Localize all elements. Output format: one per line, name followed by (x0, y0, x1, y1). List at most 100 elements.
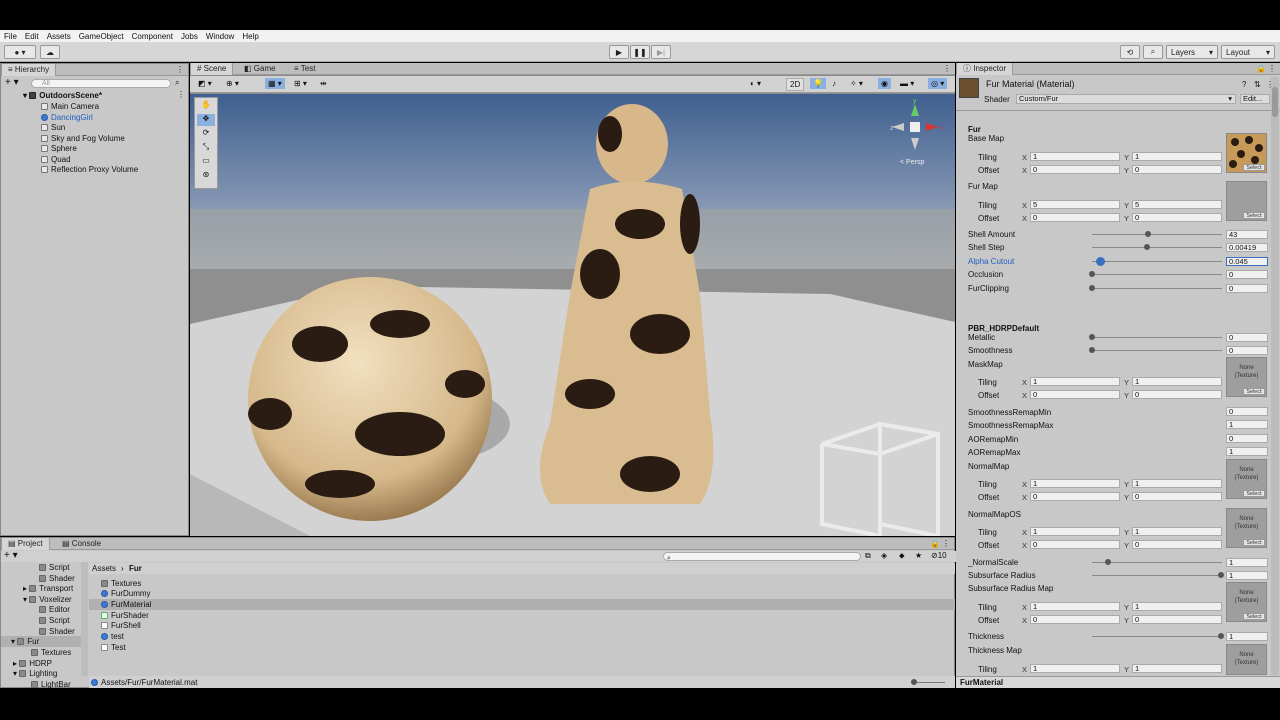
asset-item[interactable]: Test (101, 642, 126, 653)
mask-offset-y[interactable]: 0 (1132, 390, 1222, 399)
ssr-offset-x[interactable]: 0 (1030, 615, 1120, 624)
move-tool-icon[interactable]: ✥ (197, 114, 215, 126)
select-button[interactable]: Select (1243, 164, 1265, 171)
menu-window[interactable]: Window (202, 32, 238, 41)
breadcrumb-fur[interactable]: Fur (129, 563, 142, 574)
remap-value[interactable]: 1 (1226, 420, 1268, 429)
hierarchy-search-input[interactable]: All (31, 79, 171, 88)
fur-slider-track[interactable] (1089, 285, 1222, 291)
tab-console[interactable]: ▤ Console (56, 538, 107, 550)
slider-knob[interactable] (1089, 347, 1095, 353)
tag-icon[interactable]: ⬥ (899, 551, 905, 561)
normalmapos-slot[interactable]: None (Texture) Select (1226, 508, 1267, 548)
menu-edit[interactable]: Edit (21, 32, 43, 41)
normalos-tiling-y[interactable]: 1 (1132, 527, 1222, 536)
slider-knob[interactable] (1105, 559, 1111, 565)
effects-icon[interactable]: ✧ ▾ (850, 79, 863, 88)
audio-icon[interactable]: ♪ (832, 79, 836, 88)
slider-knob[interactable] (1095, 257, 1105, 266)
rotate-tool-icon[interactable]: ⟳ (197, 128, 215, 140)
base-map-slot[interactable]: Select (1226, 133, 1267, 173)
inspector-scrollbar[interactable] (1271, 77, 1279, 675)
base-offset-x[interactable]: 0 (1030, 165, 1120, 174)
remap-value[interactable]: 0 (1226, 407, 1268, 416)
layers-dropdown[interactable]: Layers ▾ (1166, 45, 1218, 59)
more-icon[interactable]: ⋮ (943, 64, 951, 73)
account-dropdown[interactable]: ● ▾ (4, 45, 36, 59)
hierarchy-item[interactable]: Reflection Proxy Volume (41, 164, 138, 175)
tree-item[interactable]: Editor (39, 604, 70, 615)
tree-item[interactable]: ▸ Transport (23, 583, 73, 594)
select-button[interactable]: Select (1243, 539, 1265, 546)
project-search-input[interactable]: ⌕ (663, 552, 861, 562)
hierarchy-item[interactable]: Sun (41, 122, 65, 133)
subsurface-radius-slider[interactable] (1092, 572, 1224, 578)
fur-tiling-y[interactable]: 5 (1132, 200, 1222, 209)
icon-size-slider[interactable] (911, 679, 945, 685)
layout-dropdown[interactable]: Layout ▾ (1221, 45, 1275, 59)
tree-item[interactable]: Script (39, 615, 69, 626)
thickness-map-slot[interactable]: None (Texture) (1226, 644, 1267, 675)
add-button[interactable]: + ▾ (4, 551, 18, 561)
normalos-offset-y[interactable]: 0 (1132, 540, 1222, 549)
hidden-packages-icon[interactable]: ⊘10 (931, 551, 947, 560)
select-button[interactable]: Select (1243, 388, 1265, 395)
global-icon[interactable]: ⊕ ▾ (226, 79, 239, 88)
rect-tool-icon[interactable]: ▭ (197, 156, 215, 168)
breadcrumb-assets[interactable]: Assets (92, 563, 116, 574)
subsurface-radius-value[interactable]: 1 (1226, 571, 1268, 580)
scale-tool-icon[interactable]: ⤡ (197, 142, 215, 154)
normalmap-slot[interactable]: None (Texture) Select (1226, 459, 1267, 499)
smoothness-value[interactable]: 0 (1226, 346, 1268, 355)
play-button[interactable]: ▶ (609, 45, 629, 59)
menu-help[interactable]: Help (238, 32, 262, 41)
select-button[interactable]: Select (1243, 613, 1265, 620)
slider-knob[interactable] (911, 679, 917, 685)
step-button[interactable]: ▶| (651, 45, 671, 59)
more-icon[interactable]: ⋮ (176, 65, 184, 74)
fur-offset-y[interactable]: 0 (1132, 213, 1222, 222)
pause-button[interactable]: ❚❚ (630, 45, 650, 59)
normalscale-slider[interactable] (1092, 559, 1222, 565)
favorite-icon[interactable]: ★ (915, 551, 922, 560)
scene-root[interactable]: ▾ OutdoorsScene* (23, 90, 102, 101)
increment-snap-icon[interactable]: ⊞ ▾ (294, 79, 307, 88)
slider-knob[interactable] (1089, 334, 1095, 340)
metallic-value[interactable]: 0 (1226, 333, 1268, 342)
slider-knob[interactable] (1089, 271, 1095, 277)
select-button[interactable]: Select (1243, 490, 1265, 497)
draw-mode-icon[interactable]: ◩ ▾ (198, 79, 212, 88)
menu-file[interactable]: File (0, 32, 21, 41)
menu-assets[interactable]: Assets (43, 32, 75, 41)
normal-tiling-x[interactable]: 1 (1030, 479, 1120, 488)
base-tiling-x[interactable]: 1 (1030, 152, 1120, 161)
filter-icon[interactable]: ⌕ (175, 78, 179, 88)
type-filter-icon[interactable]: ⧉ (865, 551, 871, 561)
slider-knob[interactable] (1218, 633, 1224, 639)
asset-item[interactable]: test (101, 631, 124, 642)
tab-hierarchy[interactable]: ≡ Hierarchy (1, 64, 57, 76)
shading-icon[interactable]: ◐ ▾ (750, 79, 761, 88)
grid-snap-icon[interactable]: ▦ ▾ (265, 78, 285, 89)
edit-shader-button[interactable]: Edit... (1240, 94, 1270, 104)
lock-icon[interactable]: 🔒 (930, 539, 940, 548)
tree-item[interactable]: Script (39, 562, 69, 573)
tree-scrollbar[interactable] (81, 562, 88, 676)
base-offset-y[interactable]: 0 (1132, 165, 1222, 174)
slider-knob[interactable] (1143, 244, 1150, 250)
tab-project[interactable]: ▤ Project (1, 538, 50, 550)
maskmap-slot[interactable]: None (Texture) Select (1226, 357, 1267, 397)
fur-slider-track[interactable] (1092, 257, 1222, 266)
tree-item[interactable]: ▾ Lighting (13, 668, 57, 679)
preset-icon[interactable]: ⇅ (1254, 80, 1261, 89)
mask-tiling-y[interactable]: 1 (1132, 377, 1222, 386)
subsurface-map-slot[interactable]: None (Texture) Select (1226, 582, 1267, 622)
slider-value-field[interactable]: 0 (1226, 270, 1268, 279)
slider-knob[interactable] (1089, 285, 1095, 291)
thickness-slider[interactable] (1092, 633, 1224, 639)
search-button[interactable]: ⌕ (1143, 45, 1163, 59)
more-icon[interactable]: ⋮ (177, 90, 185, 99)
menu-jobs[interactable]: Jobs (177, 32, 202, 41)
slider-value-field[interactable]: 0 (1226, 284, 1268, 293)
tm-tiling-y[interactable]: 1 (1132, 664, 1222, 673)
